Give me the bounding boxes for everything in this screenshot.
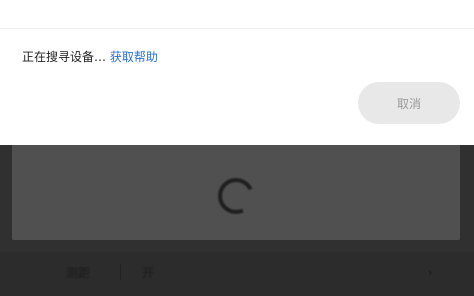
sheet-divider: [0, 28, 474, 29]
background-divider: [120, 264, 121, 280]
status-text: 正在搜寻设备…: [22, 50, 107, 64]
cancel-button[interactable]: 取消: [358, 82, 460, 124]
searching-device-sheet: 正在搜寻设备… 获取帮助 取消: [0, 0, 474, 145]
status-message: 正在搜寻设备… 获取帮助: [22, 48, 158, 65]
background-tab-left: 测距: [66, 266, 91, 280]
background-tab-mid: 开: [142, 266, 155, 280]
chevron-right-icon: ›: [428, 266, 433, 279]
screen: 测距 开 › 正在搜寻设备… 获取帮助 取消: [0, 0, 474, 296]
get-help-link[interactable]: 获取帮助: [110, 50, 158, 64]
